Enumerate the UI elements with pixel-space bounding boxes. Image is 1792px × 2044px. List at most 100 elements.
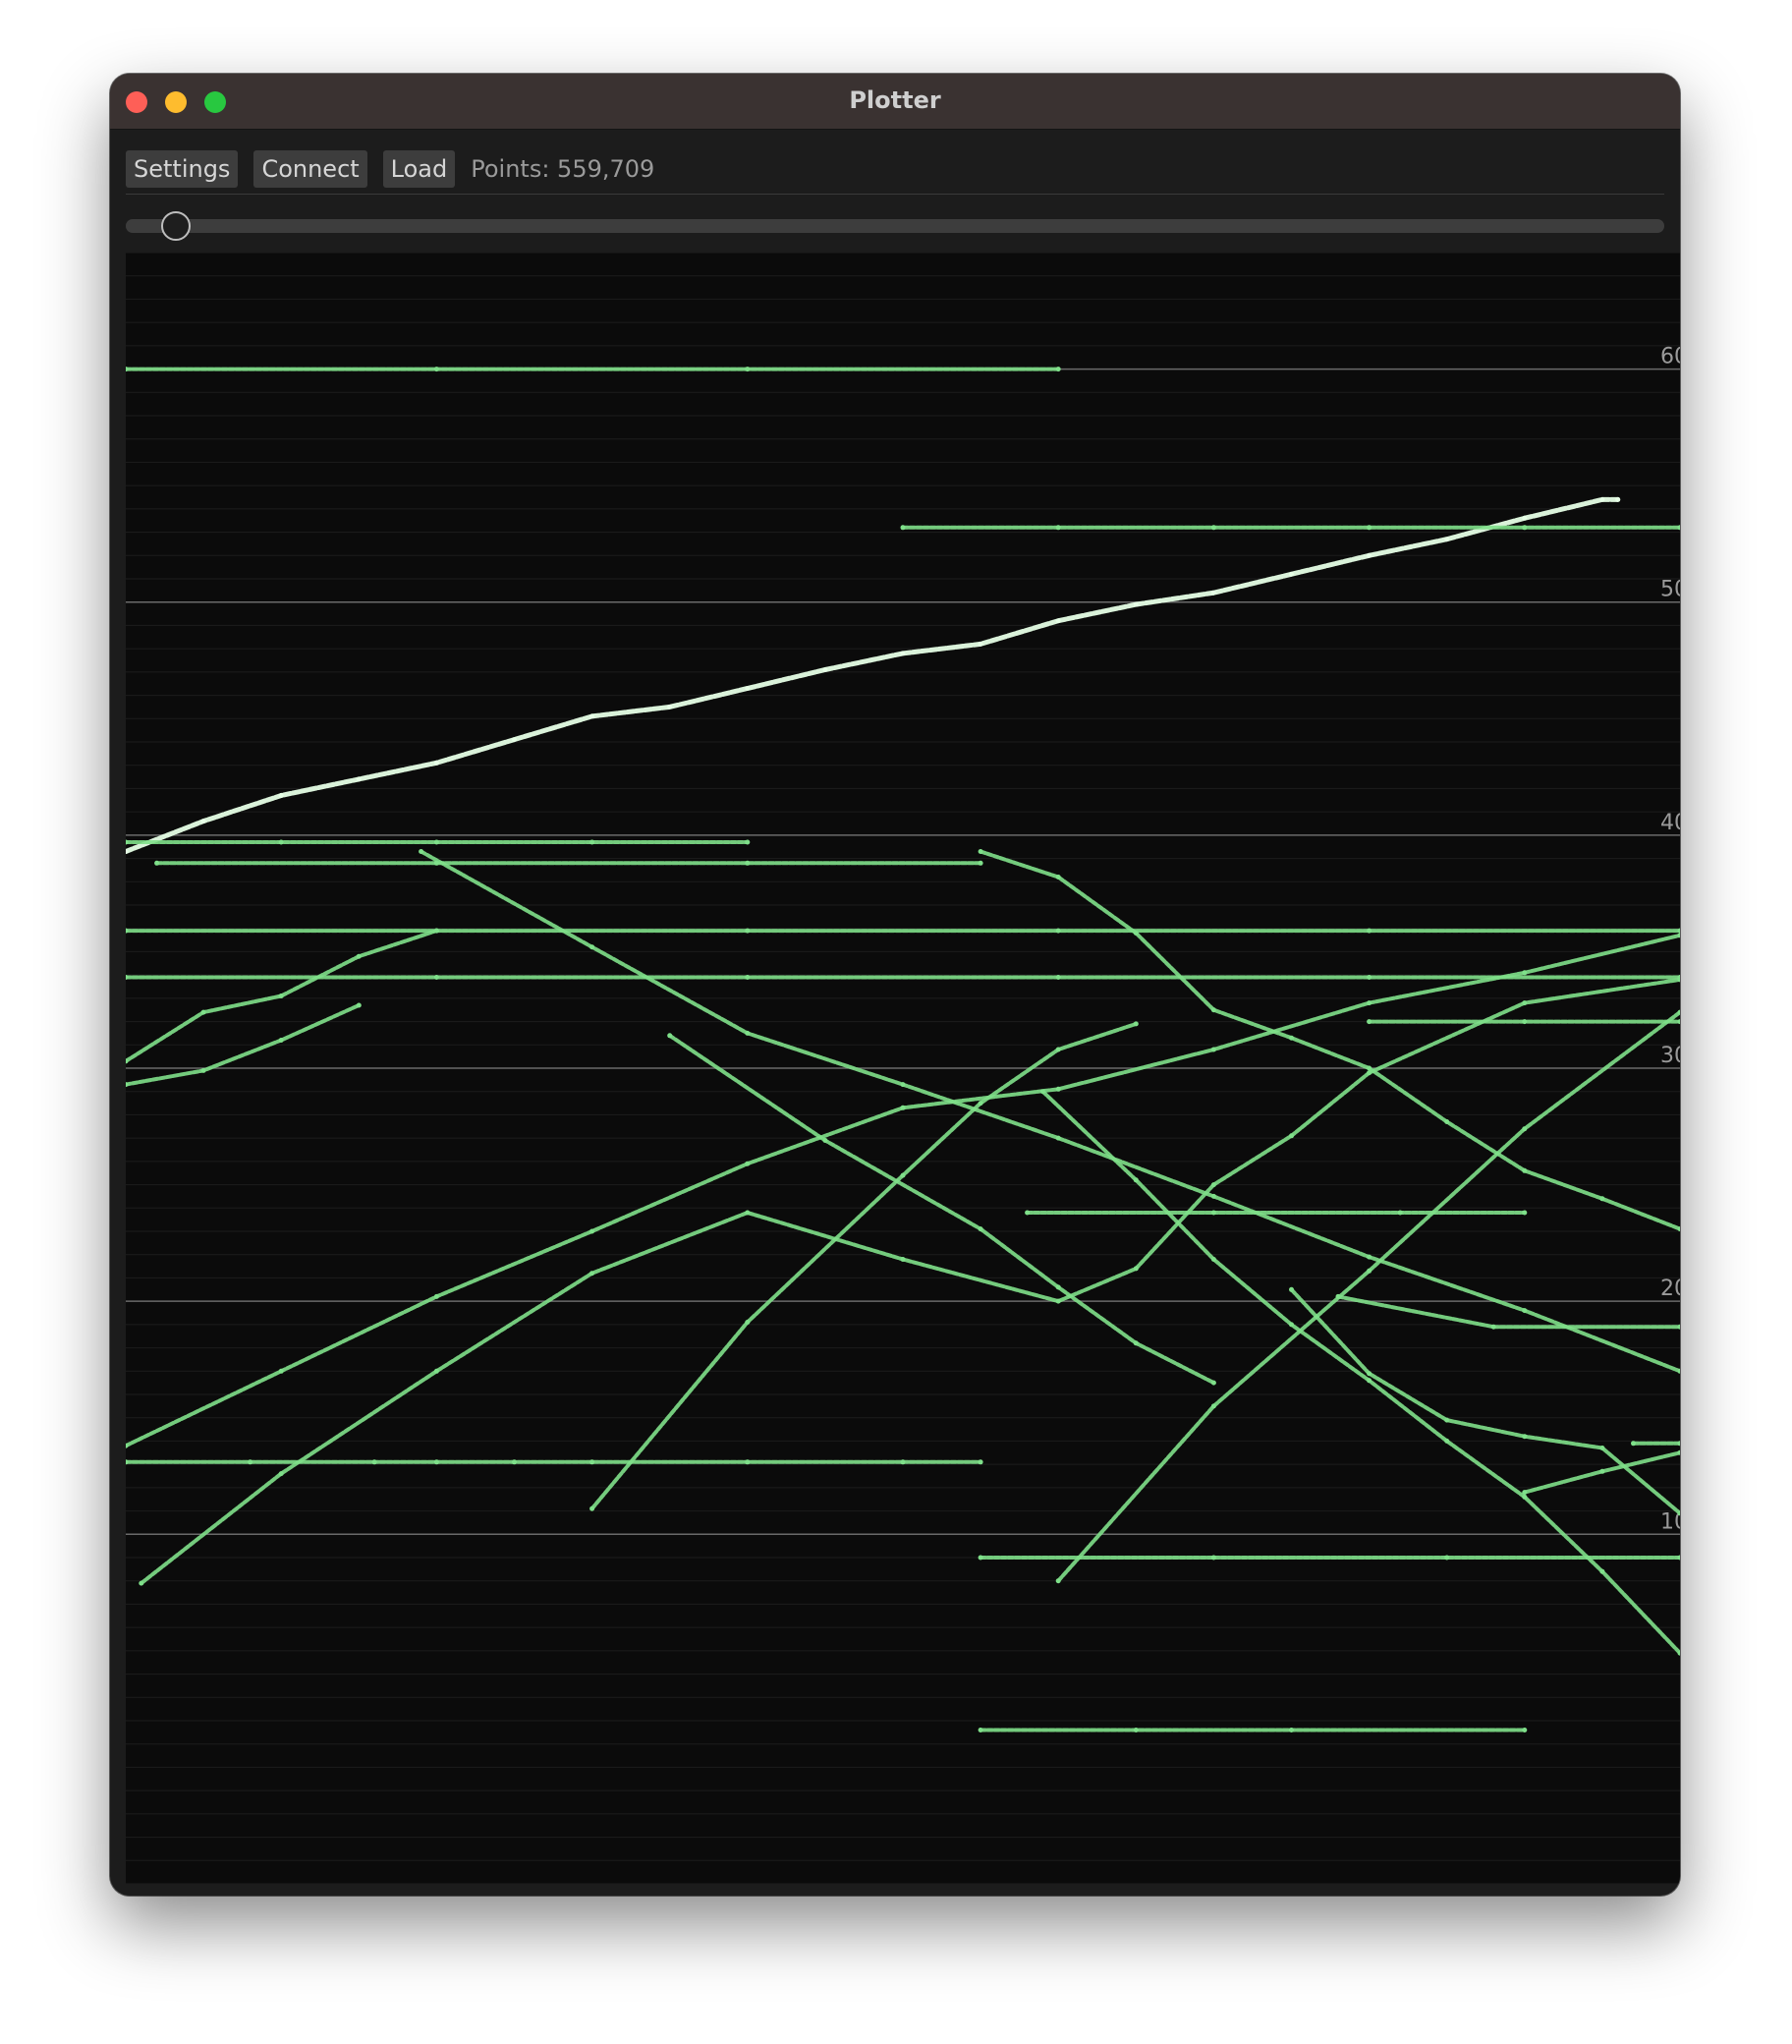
data-point xyxy=(1522,525,1528,531)
data-point xyxy=(1522,1728,1528,1732)
data-point xyxy=(1210,525,1216,531)
data-point xyxy=(1055,1578,1061,1584)
load-button[interactable]: Load xyxy=(382,150,456,188)
data-point xyxy=(1522,1434,1528,1440)
plotter-window: Plotter Settings Connect Load Points: 55… xyxy=(110,74,1680,1896)
data-point xyxy=(978,860,983,866)
data-point xyxy=(745,860,751,866)
data-point xyxy=(200,1009,206,1015)
data-point xyxy=(978,641,983,647)
data-point xyxy=(745,367,751,372)
data-point xyxy=(589,839,595,845)
data-point xyxy=(900,1082,906,1088)
data-point xyxy=(1522,970,1528,976)
data-point xyxy=(1522,1000,1528,1006)
timeline-slider-thumb[interactable] xyxy=(161,211,191,241)
data-point xyxy=(745,1030,751,1036)
points-count: Points: 559,709 xyxy=(471,155,655,183)
data-point xyxy=(1599,1468,1605,1474)
data-point xyxy=(1599,496,1605,502)
settings-button[interactable]: Settings xyxy=(126,150,239,188)
data-point xyxy=(1444,1417,1450,1423)
y-tick-label: 60 xyxy=(1660,345,1680,369)
data-point xyxy=(1522,1490,1528,1496)
data-point xyxy=(1210,1555,1216,1561)
data-point xyxy=(589,944,595,950)
data-point xyxy=(1055,1135,1061,1141)
data-point xyxy=(433,1368,439,1374)
data-point xyxy=(433,1293,439,1299)
data-point xyxy=(589,1271,595,1277)
data-point xyxy=(1055,1086,1061,1092)
data-point xyxy=(1367,525,1372,531)
data-point xyxy=(589,1459,595,1465)
data-point xyxy=(1444,537,1450,542)
data-point xyxy=(1055,525,1061,531)
data-point xyxy=(1367,975,1372,980)
data-point xyxy=(745,1320,751,1325)
data-point xyxy=(278,1471,284,1477)
data-point xyxy=(1367,1070,1372,1076)
title-bar: Plotter xyxy=(110,74,1680,130)
data-point xyxy=(248,1459,253,1465)
data-point xyxy=(356,776,362,782)
data-point xyxy=(433,860,439,866)
data-point xyxy=(1055,975,1061,980)
data-point xyxy=(1522,1126,1528,1132)
data-point xyxy=(978,1226,983,1232)
data-point xyxy=(419,849,424,854)
data-point xyxy=(1367,552,1372,558)
data-point xyxy=(1522,1308,1528,1314)
data-point xyxy=(900,1459,906,1465)
trace-series xyxy=(589,1021,1139,1511)
data-point xyxy=(1444,1555,1450,1561)
trace-series xyxy=(139,977,1680,1586)
y-tick-label: 40 xyxy=(1660,811,1680,835)
y-tick-label: 20 xyxy=(1660,1277,1680,1301)
data-point xyxy=(1133,1266,1139,1272)
data-point xyxy=(1367,1000,1372,1006)
data-point xyxy=(978,1459,983,1465)
data-point xyxy=(1210,1007,1216,1013)
data-point xyxy=(822,667,828,672)
data-point xyxy=(278,793,284,798)
data-point xyxy=(1335,1293,1341,1299)
data-point xyxy=(1210,1403,1216,1409)
data-point xyxy=(900,651,906,656)
data-point xyxy=(900,1257,906,1262)
data-point xyxy=(745,1459,751,1465)
data-point xyxy=(1055,1298,1061,1304)
data-point xyxy=(154,860,160,866)
data-point xyxy=(1367,1268,1372,1274)
trace-series xyxy=(1040,1089,1680,1656)
data-point xyxy=(1599,1446,1605,1450)
data-point xyxy=(371,1459,377,1465)
data-point xyxy=(1397,1210,1403,1216)
y-tick-label: 50 xyxy=(1660,578,1680,602)
data-point xyxy=(139,1580,144,1586)
data-point xyxy=(1210,1210,1216,1216)
data-point xyxy=(1615,496,1621,502)
data-point xyxy=(433,839,439,845)
trace-layer xyxy=(126,367,1680,1732)
data-point xyxy=(822,1138,828,1143)
data-point xyxy=(1055,1284,1061,1290)
data-point xyxy=(1444,1438,1450,1444)
data-point xyxy=(1522,1494,1528,1500)
timeline-slider-track[interactable] xyxy=(126,219,1664,233)
data-point xyxy=(1055,618,1061,624)
data-point xyxy=(1025,1210,1031,1216)
data-point xyxy=(433,928,439,934)
data-point xyxy=(900,1172,906,1178)
data-point xyxy=(745,686,751,691)
data-point xyxy=(589,713,595,719)
data-point xyxy=(1289,1286,1294,1292)
data-point xyxy=(745,928,751,934)
data-point xyxy=(278,1368,284,1374)
plot-area[interactable]: 60 50 40 30 20 10 xyxy=(126,253,1680,1884)
data-point xyxy=(1133,601,1139,607)
connect-button[interactable]: Connect xyxy=(253,150,367,188)
data-point xyxy=(978,1555,983,1561)
data-point xyxy=(1055,1047,1061,1052)
data-point xyxy=(1367,928,1372,934)
